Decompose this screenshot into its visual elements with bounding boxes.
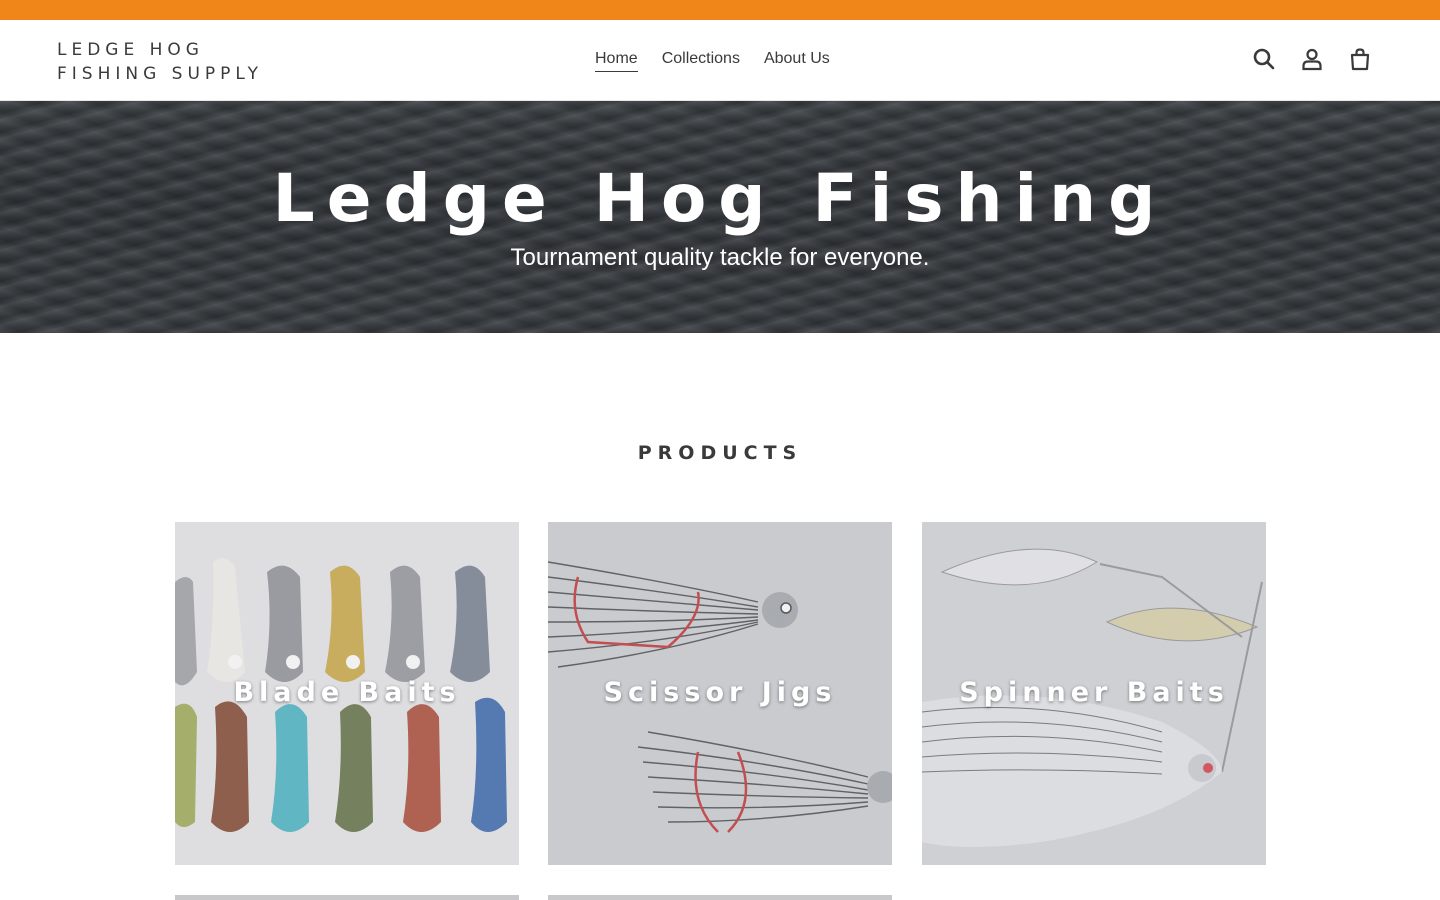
nav-collections[interactable]: Collections bbox=[662, 49, 740, 72]
collection-title: Scissor Jigs bbox=[603, 677, 837, 708]
collection-card-row2-2[interactable] bbox=[548, 895, 892, 900]
cart-icon[interactable] bbox=[1348, 46, 1372, 72]
collection-title: Blade Baits bbox=[233, 677, 461, 708]
main-nav: Home Collections About Us bbox=[595, 49, 830, 72]
search-icon[interactable] bbox=[1252, 46, 1276, 72]
nav-home[interactable]: Home bbox=[595, 49, 638, 72]
collection-card-row2-1[interactable] bbox=[175, 895, 519, 900]
site-logo[interactable]: LEDGE HOG FISHING SUPPLY bbox=[57, 38, 263, 86]
nav-about-us[interactable]: About Us bbox=[764, 49, 830, 72]
collection-card-blade-baits[interactable]: Blade Baits bbox=[175, 522, 519, 865]
hero-title: Ledge Hog Fishing bbox=[272, 160, 1168, 237]
collection-card-spinner-baits[interactable]: Spinner Baits bbox=[922, 522, 1266, 865]
collection-card-scissor-jigs[interactable]: Scissor Jigs bbox=[548, 522, 892, 865]
logo-line-2: FISHING SUPPLY bbox=[57, 64, 264, 84]
hero-subtitle: Tournament quality tackle for everyone. bbox=[510, 244, 930, 271]
account-icon[interactable] bbox=[1300, 46, 1324, 72]
announcement-bar bbox=[0, 0, 1440, 20]
site-header: LEDGE HOG FISHING SUPPLY Home Collection… bbox=[0, 20, 1440, 101]
collection-title: Spinner Baits bbox=[959, 677, 1229, 708]
products-heading: PRODUCTS bbox=[637, 442, 803, 464]
hero-banner: Ledge Hog Fishing Tournament quality tac… bbox=[0, 101, 1440, 333]
header-icons bbox=[1252, 46, 1372, 72]
logo-line-1: LEDGE HOG bbox=[57, 40, 204, 60]
